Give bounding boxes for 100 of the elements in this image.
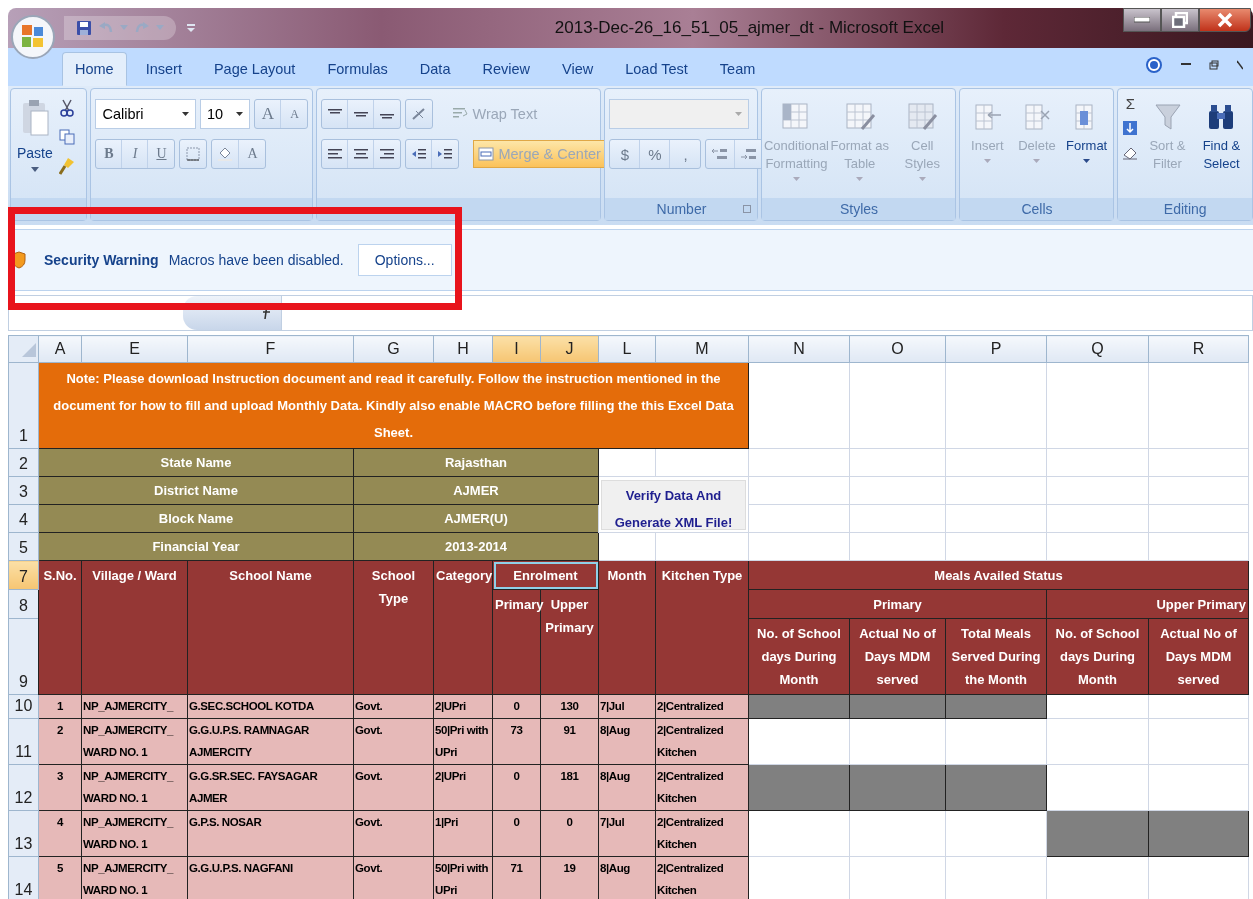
restore-icon [1172, 12, 1188, 28]
security-warning-title: Security Warning [44, 252, 159, 268]
table-cell: 4 [38, 810, 82, 857]
customize-toolbar-icon[interactable] [186, 23, 196, 33]
column-header[interactable]: J [540, 335, 599, 363]
number-format-button[interactable]: $ [610, 140, 641, 168]
row-header[interactable]: 11 [8, 718, 39, 765]
ribbon-tab[interactable]: Formulas [314, 52, 401, 86]
borders-icon [186, 147, 201, 161]
ribbon-tab[interactable]: Home [62, 52, 127, 86]
caret-icon [792, 177, 800, 182]
shrink-font-button[interactable]: A [281, 100, 308, 128]
table-cell: 2 [38, 718, 82, 765]
table-cell: 8|Aug [598, 764, 656, 811]
table-cell: 73 [492, 718, 541, 765]
column-header[interactable]: R [1148, 335, 1249, 363]
column-header[interactable]: H [433, 335, 493, 363]
ribbon-tab[interactable]: Review [469, 52, 543, 86]
info-value: 2013-2014 [353, 532, 599, 561]
row-header[interactable]: 4 [8, 504, 39, 533]
column-header[interactable]: L [598, 335, 656, 363]
bold-button[interactable]: B [96, 140, 123, 168]
row-header[interactable]: 10 [8, 694, 39, 719]
ribbon-button[interactable]: Format [1063, 93, 1110, 164]
row-header[interactable]: 14 [8, 856, 39, 899]
group-label: Cells [960, 198, 1114, 220]
format-painter-icon[interactable] [58, 157, 75, 175]
italic-button[interactable]: I [122, 140, 149, 168]
table-cell: 2|Centralized Kitchen [655, 718, 749, 765]
row-header[interactable]: 5 [8, 532, 39, 561]
autosum-button[interactable]: Σ [1125, 95, 1136, 112]
scissors-icon[interactable] [58, 99, 75, 117]
underline-button[interactable]: U [148, 140, 175, 168]
info-label: Block Name [38, 504, 354, 533]
help-icon[interactable] [1145, 56, 1163, 74]
table-cell: 3 [38, 764, 82, 811]
group-label: Editing [1118, 198, 1252, 220]
align-lines-icon [380, 148, 395, 160]
ribbon-button[interactable]: Find & Select [1196, 93, 1247, 174]
row-header[interactable]: 12 [8, 764, 39, 811]
number-format-button[interactable]: % [640, 140, 671, 168]
number-format-button[interactable]: , [670, 140, 701, 168]
column-title: Category [433, 560, 493, 695]
options-button[interactable]: Options... [357, 244, 452, 276]
ribbon-tab[interactable]: Page Layout [200, 52, 309, 86]
column-header[interactable]: Q [1046, 335, 1149, 363]
restore-icon[interactable] [1209, 60, 1219, 70]
font-size-dropdown[interactable]: 10 [199, 99, 251, 129]
table-cell: NP_AJMERCITY_ WARD NO. 1 [81, 718, 188, 765]
note-text: Note: Please download Instruction document and read it carefully. Follow the instruction mentioned in the document for how to fill and upload Monthly Data. Kindly also enable MACRO before filling the this Excel Data Sheet. [38, 362, 749, 449]
column-title: School Type [353, 560, 434, 695]
save-icon[interactable] [76, 20, 92, 36]
column-title: Month [598, 560, 656, 695]
column-header[interactable]: G [353, 335, 434, 363]
ribbon-tab[interactable]: Insert [132, 52, 195, 86]
ribbon-tab[interactable]: Data [406, 52, 464, 86]
table-cell: 50|Pri with UPri [433, 856, 493, 899]
copy-icon[interactable] [58, 129, 75, 145]
grow-font-button[interactable]: A [255, 100, 282, 128]
table-cell: 50|Pri with UPri [433, 718, 493, 765]
table-cell: G.G.U.P.S. NAGFANI [187, 856, 354, 899]
corner-triangle-icon [22, 343, 36, 357]
row-header[interactable]: 7 [8, 560, 39, 590]
fill-down-icon[interactable] [1122, 120, 1139, 136]
row-header[interactable]: 3 [8, 476, 39, 505]
column-header[interactable]: I [492, 335, 541, 363]
cell-styles-icon [906, 101, 939, 133]
sort-filter-icon [1152, 101, 1183, 133]
window-title: 2013-Dec-26_16_51_05_ajmer_dt - Microsoft Excel [553, 18, 946, 38]
row-header[interactable]: 8 [8, 589, 39, 619]
column-header[interactable]: M [655, 335, 749, 363]
column-header[interactable]: O [849, 335, 946, 363]
row-header[interactable]: 2 [8, 448, 39, 477]
column-header[interactable]: F [187, 335, 354, 363]
ribbon-tab[interactable]: Load Test [612, 52, 701, 86]
table-cell: 8|Aug [598, 718, 656, 765]
close-icon[interactable] [1237, 60, 1243, 70]
row-header[interactable]: 1 [8, 362, 39, 449]
minimize-button[interactable] [1123, 8, 1161, 32]
paste-button[interactable]: Paste [15, 93, 55, 178]
column-header[interactable]: E [81, 335, 188, 363]
info-value: Rajasthan [353, 448, 599, 477]
column-header[interactable]: N [748, 335, 850, 363]
info-label: State Name [38, 448, 354, 477]
font-name-dropdown[interactable]: Calibri [95, 99, 196, 129]
column-header[interactable]: A [38, 335, 82, 363]
row-header[interactable]: 9 [8, 618, 39, 695]
ribbon-tab[interactable]: View [549, 52, 607, 86]
column-title[interactable]: Enrolment [492, 560, 599, 590]
table-cell: 71 [492, 856, 541, 899]
caret-icon [735, 112, 743, 116]
ribbon-tab[interactable]: Team [706, 52, 769, 86]
caret-icon [1083, 159, 1091, 164]
restore-button[interactable] [1161, 8, 1199, 32]
caret-icon [918, 177, 926, 182]
minimize-icon[interactable] [1181, 63, 1191, 67]
verify-xml-button[interactable]: Verify Data And Generate XML File! [601, 479, 746, 530]
close-button[interactable] [1199, 8, 1251, 32]
row-header[interactable]: 13 [8, 810, 39, 857]
column-header[interactable]: P [945, 335, 1047, 363]
